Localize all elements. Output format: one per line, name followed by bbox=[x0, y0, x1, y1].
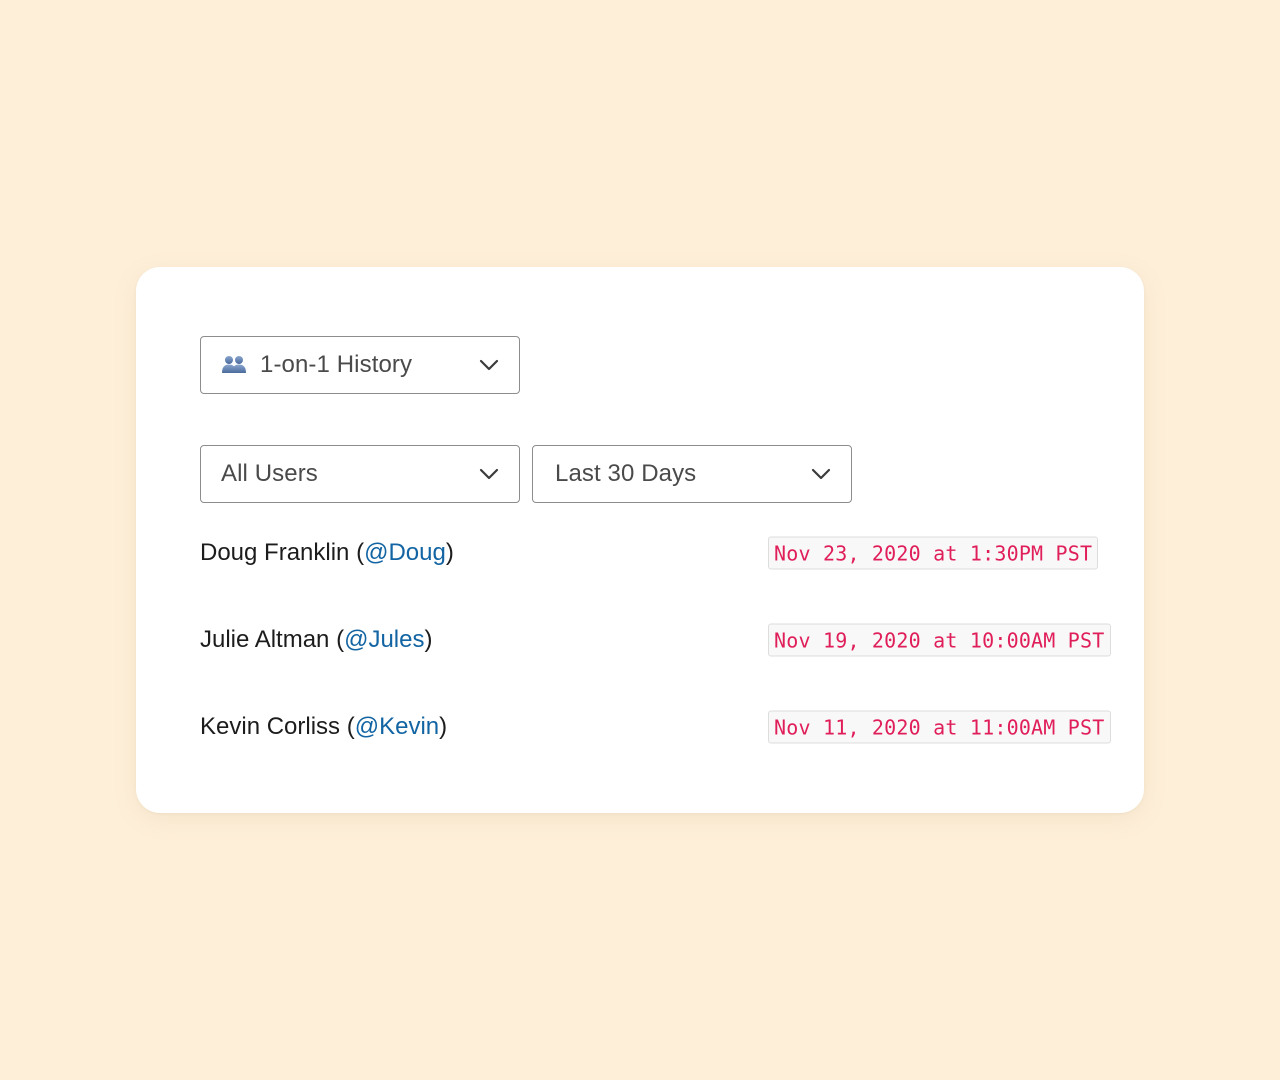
people-icon bbox=[221, 354, 247, 376]
history-row: Doug Franklin (@Doug) Nov 23, 2020 at 1:… bbox=[200, 533, 1099, 573]
view-select-value: 1-on-1 History bbox=[260, 351, 413, 378]
date-range-value: Last 30 Days bbox=[555, 460, 697, 487]
chevron-down-icon bbox=[479, 467, 499, 481]
person-name: Kevin Corliss bbox=[200, 713, 341, 740]
meeting-date: Nov 23, 2020 at 1:30PM PST bbox=[768, 536, 1099, 570]
person-name: Doug Franklin bbox=[200, 539, 350, 566]
history-card: 1-on-1 History All Users Last 30 Days Do… bbox=[136, 267, 1144, 813]
person-name-line: Julie Altman (@Jules) bbox=[200, 626, 433, 653]
users-filter-value: All Users bbox=[221, 460, 318, 487]
user-handle-link[interactable]: @Jules bbox=[344, 626, 424, 653]
user-handle-link[interactable]: @Kevin bbox=[355, 713, 439, 740]
person-name-line: Doug Franklin (@Doug) bbox=[200, 539, 454, 566]
meeting-date: Nov 11, 2020 at 11:00AM PST bbox=[768, 710, 1111, 744]
person-name: Julie Altman bbox=[200, 626, 330, 653]
user-handle-link[interactable]: @Doug bbox=[364, 539, 446, 566]
person-name-line: Kevin Corliss (@Kevin) bbox=[200, 713, 448, 740]
date-range-dropdown[interactable]: Last 30 Days bbox=[532, 445, 852, 503]
chevron-down-icon bbox=[811, 467, 831, 481]
meeting-date: Nov 19, 2020 at 10:00AM PST bbox=[768, 623, 1111, 657]
history-row: Julie Altman (@Jules) Nov 19, 2020 at 10… bbox=[200, 620, 1111, 660]
users-filter-dropdown[interactable]: All Users bbox=[200, 445, 520, 503]
history-row: Kevin Corliss (@Kevin) Nov 11, 2020 at 1… bbox=[200, 707, 1111, 747]
chevron-down-icon bbox=[479, 358, 499, 372]
view-select-dropdown[interactable]: 1-on-1 History bbox=[200, 336, 520, 394]
